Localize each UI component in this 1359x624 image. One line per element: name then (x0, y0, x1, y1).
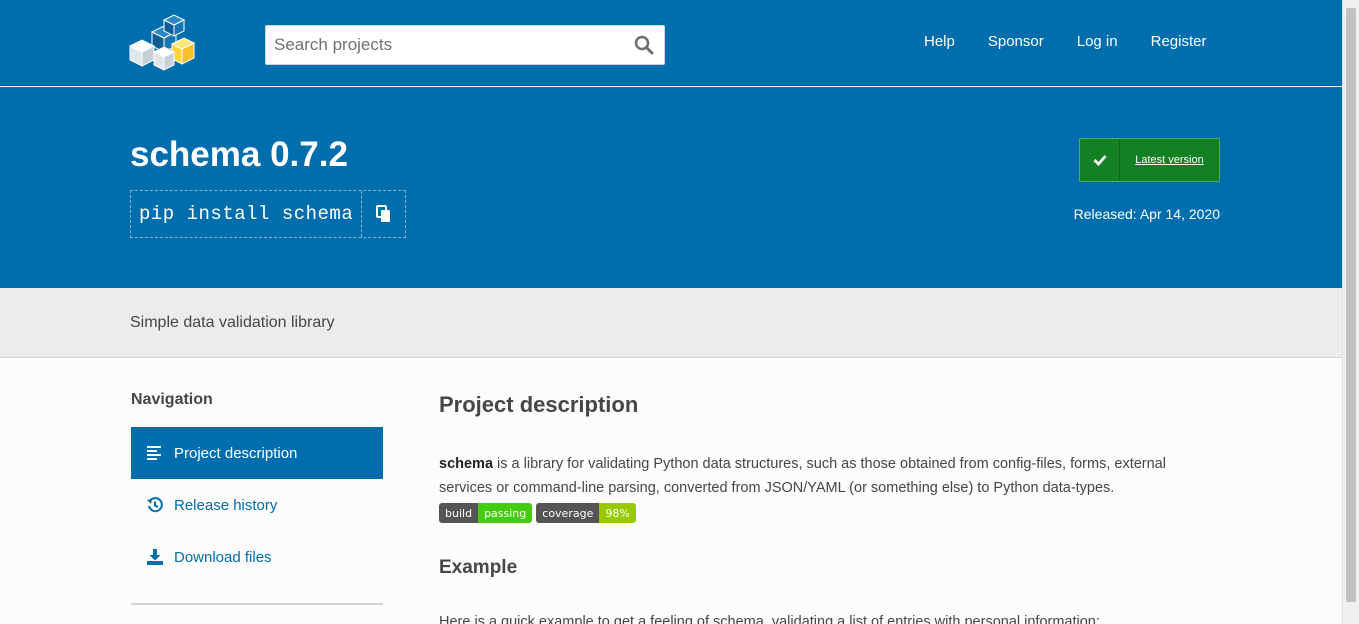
search-button[interactable] (624, 26, 664, 64)
build-badge[interactable]: build passing (439, 503, 533, 523)
project-description-text: schema is a library for validating Pytho… (439, 452, 1219, 500)
badge-row: build passing coverage 98% (439, 503, 636, 523)
sidebar-title: Navigation (131, 391, 213, 408)
copy-icon (375, 205, 390, 222)
nav-register-link[interactable]: Register (1151, 33, 1207, 50)
latest-version-label: Latest version (1135, 154, 1204, 166)
package-title: schema 0.7.2 (130, 135, 348, 174)
nav-help-link[interactable]: Help (924, 33, 955, 50)
download-icon (147, 549, 163, 565)
history-icon (147, 497, 163, 513)
badge-label: build (439, 503, 479, 523)
badge-value: 98% (599, 503, 636, 523)
coverage-badge[interactable]: coverage 98% (536, 503, 636, 523)
scrollbar-thumb[interactable] (1346, 8, 1356, 602)
nav-login-link[interactable]: Log in (1077, 33, 1118, 50)
pypi-logo-icon[interactable] (128, 14, 196, 72)
search-input[interactable] (266, 26, 624, 64)
project-name-strong: schema (439, 456, 494, 472)
align-left-icon (147, 445, 163, 461)
sidebar-item-project-description[interactable]: Project description (131, 427, 383, 479)
search-box (265, 25, 665, 65)
example-heading: Example (439, 557, 518, 578)
badge-value: passing (478, 503, 533, 523)
sidebar-nav: Project description Release history Down… (131, 427, 383, 583)
release-date: Released: Apr 14, 2020 (1073, 206, 1220, 222)
check-icon (1080, 139, 1120, 181)
badge-label: coverage (536, 503, 600, 523)
description-body: is a library for validating Python data … (439, 456, 1166, 496)
sidebar-item-label: Release history (174, 496, 278, 514)
package-summary-bar: Simple data validation library (0, 288, 1359, 358)
search-icon (634, 35, 654, 55)
top-navbar: Help Sponsor Log in Register (0, 0, 1359, 86)
package-summary: Simple data validation library (130, 314, 335, 331)
example-intro-text: Here is a quick example to get a feeling… (439, 614, 1100, 624)
pip-install-box: pip install schema (130, 190, 407, 238)
nav-sponsor-link[interactable]: Sponsor (988, 33, 1044, 50)
sidebar-divider (131, 603, 383, 605)
page-scrollbar[interactable] (1342, 0, 1359, 624)
copy-button[interactable] (361, 191, 405, 237)
sidebar-item-download-files[interactable]: Download files (131, 531, 383, 583)
sidebar-item-label: Download files (174, 548, 272, 566)
latest-version-button[interactable]: Latest version (1079, 138, 1220, 182)
sidebar-item-release-history[interactable]: Release history (131, 479, 383, 531)
project-description-heading: Project description (439, 392, 639, 417)
package-header: schema 0.7.2 pip install schema Latest v… (0, 87, 1359, 288)
main-content: Navigation Project description Release h… (0, 358, 1359, 624)
sidebar-item-label: Project description (174, 444, 298, 462)
pip-command: pip install schema (139, 203, 354, 225)
header-nav: Help Sponsor Log in Register (924, 33, 1206, 50)
